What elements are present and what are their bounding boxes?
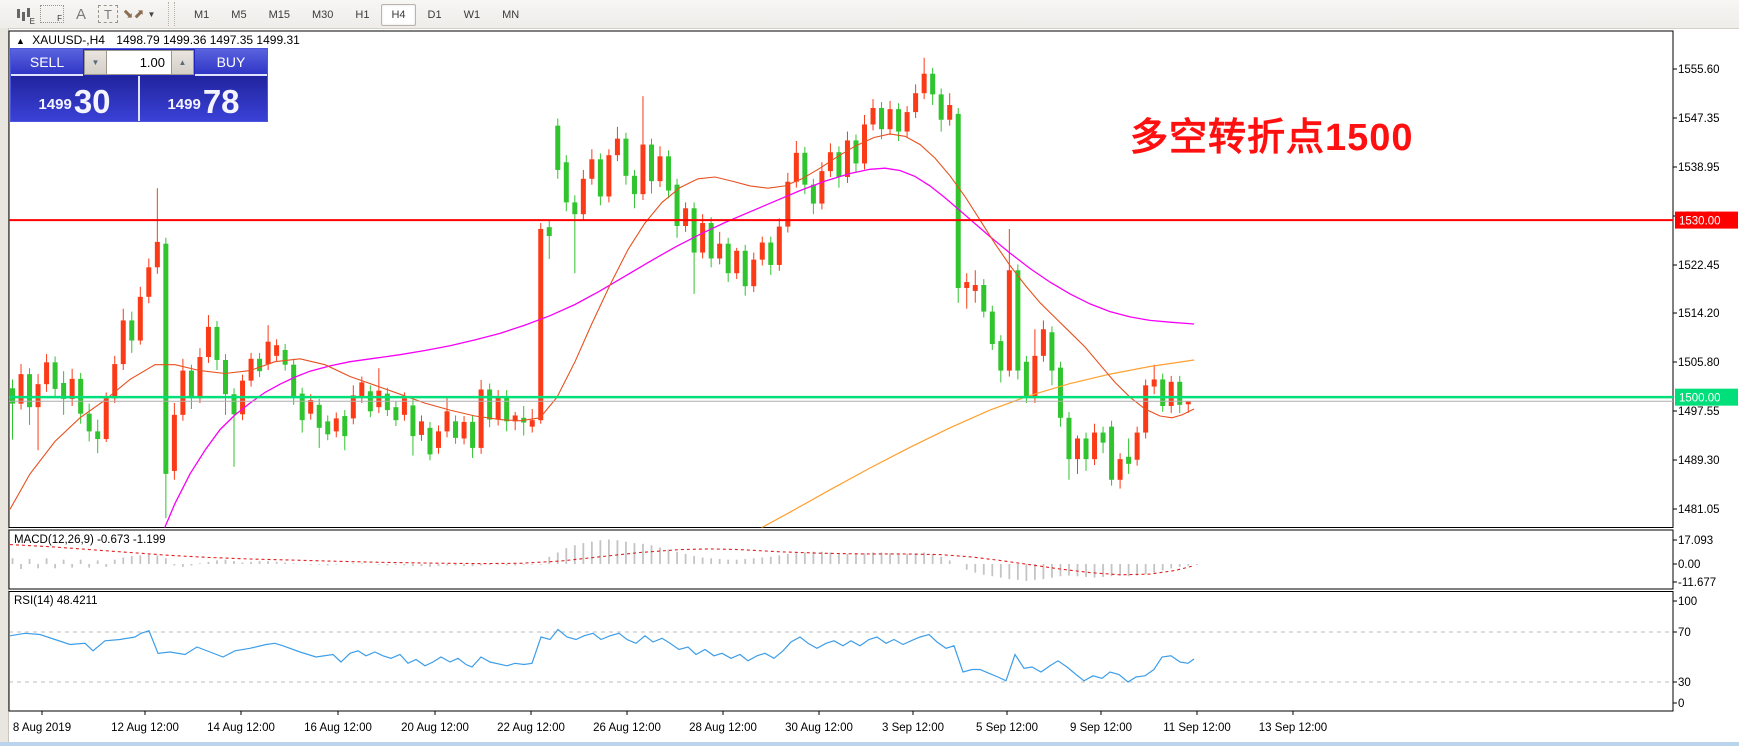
rsi-label: RSI(14) 48.4211 bbox=[14, 595, 98, 607]
rsi-axis: 100 70 30 0 bbox=[1673, 596, 1697, 710]
svg-text:0.00: 0.00 bbox=[1678, 559, 1700, 571]
volume-increase-button[interactable]: ▲ bbox=[171, 50, 194, 75]
sell-price[interactable]: 1499 30 bbox=[11, 76, 138, 121]
svg-text:1514.20: 1514.20 bbox=[1678, 308, 1720, 320]
chart-title[interactable]: ▲ XAUUSD-,H4 1498.79 1499.36 1497.35 149… bbox=[16, 33, 300, 47]
svg-text:0: 0 bbox=[1678, 698, 1684, 710]
one-click-trading-panel: SELL ▼ 1.00 ▲ BUY 1499 30 1499 78 bbox=[10, 48, 268, 122]
svg-text:16 Aug 12:00: 16 Aug 12:00 bbox=[304, 722, 372, 734]
buy-price-pips: 78 bbox=[203, 85, 240, 118]
svg-text:1497.55: 1497.55 bbox=[1678, 406, 1720, 418]
macd-layer bbox=[10, 540, 1197, 581]
svg-text:1481.05: 1481.05 bbox=[1678, 504, 1720, 516]
svg-text:22 Aug 12:00: 22 Aug 12:00 bbox=[497, 722, 565, 734]
chart-annotation-text[interactable]: 多空转折点1500 bbox=[1130, 106, 1414, 161]
svg-text:30: 30 bbox=[1678, 677, 1691, 689]
rsi-line bbox=[10, 630, 1194, 683]
svg-text:13 Sep 12:00: 13 Sep 12:00 bbox=[1259, 722, 1327, 734]
macd-axis: 17.093 0.00 -11.677 bbox=[1673, 535, 1716, 589]
svg-text:1555.60: 1555.60 bbox=[1678, 64, 1720, 76]
svg-text:-11.677: -11.677 bbox=[1678, 577, 1716, 589]
volume-decrease-button[interactable]: ▼ bbox=[84, 50, 107, 75]
buy-price-main: 1499 bbox=[167, 92, 200, 118]
svg-text:14 Aug 12:00: 14 Aug 12:00 bbox=[207, 722, 275, 734]
ma-slow-line bbox=[752, 360, 1194, 533]
sell-button[interactable]: SELL bbox=[11, 49, 83, 76]
svg-text:1500.00: 1500.00 bbox=[1679, 393, 1721, 405]
svg-text:1538.95: 1538.95 bbox=[1678, 162, 1720, 174]
svg-text:1522.45: 1522.45 bbox=[1678, 260, 1720, 272]
svg-text:26 Aug 12:00: 26 Aug 12:00 bbox=[593, 722, 661, 734]
price-axis: 1555.601547.351538.951530.701522.451514.… bbox=[1673, 64, 1720, 516]
volume-stepper: ▼ 1.00 ▲ bbox=[83, 49, 195, 76]
macd-signal-line bbox=[10, 545, 1194, 575]
svg-text:1547.35: 1547.35 bbox=[1678, 113, 1720, 125]
mt4-window: E F A T ⬊⬈▼ M1M5M15M30H1H4D1W1MN 1555.60… bbox=[0, 0, 1739, 746]
svg-text:5 Sep 12:00: 5 Sep 12:00 bbox=[976, 722, 1038, 734]
svg-text:9 Sep 12:00: 9 Sep 12:00 bbox=[1070, 722, 1132, 734]
macd-label: MACD(12,26,9) -0.673 -1.199 bbox=[14, 534, 166, 546]
svg-text:1530.00: 1530.00 bbox=[1679, 216, 1721, 228]
svg-text:70: 70 bbox=[1678, 627, 1691, 639]
buy-button[interactable]: BUY bbox=[195, 49, 267, 76]
support-price-tag: 1500.00 bbox=[1675, 389, 1738, 406]
sell-price-pips: 30 bbox=[74, 85, 111, 118]
rsi-layer bbox=[9, 630, 1673, 683]
collapse-arrow-icon[interactable]: ▲ bbox=[16, 36, 25, 46]
candles-layer bbox=[10, 58, 1191, 518]
svg-text:11 Sep 12:00: 11 Sep 12:00 bbox=[1163, 722, 1231, 734]
ohlc-values: 1498.79 1499.36 1497.35 1499.31 bbox=[116, 33, 300, 47]
symbol-period-label: XAUUSD-,H4 bbox=[32, 33, 105, 47]
svg-text:30 Aug 12:00: 30 Aug 12:00 bbox=[785, 722, 853, 734]
svg-text:1489.30: 1489.30 bbox=[1678, 455, 1720, 467]
sell-price-main: 1499 bbox=[38, 92, 71, 118]
svg-text:3 Sep 12:00: 3 Sep 12:00 bbox=[882, 722, 944, 734]
horizontal-levels bbox=[9, 220, 1673, 401]
svg-text:20 Aug 12:00: 20 Aug 12:00 bbox=[401, 722, 469, 734]
svg-text:1505.80: 1505.80 bbox=[1678, 357, 1720, 369]
window-bottom-edge bbox=[0, 742, 1739, 746]
svg-text:8 Aug 2019: 8 Aug 2019 bbox=[13, 722, 71, 734]
indicator-labels: MACD(12,26,9) -0.673 -1.199 RSI(14) 48.42… bbox=[14, 534, 166, 607]
svg-text:100: 100 bbox=[1678, 596, 1697, 608]
time-axis: 8 Aug 2019 12 Aug 12:00 14 Aug 12:00 16 Aug… bbox=[13, 711, 1327, 734]
buy-price[interactable]: 1499 78 bbox=[140, 76, 267, 121]
resistance-price-tag: 1530.00 bbox=[1675, 212, 1738, 229]
volume-input[interactable]: 1.00 bbox=[107, 50, 171, 75]
svg-text:12 Aug 12:00: 12 Aug 12:00 bbox=[111, 722, 179, 734]
svg-text:17.093: 17.093 bbox=[1678, 535, 1713, 547]
svg-text:28 Aug 12:00: 28 Aug 12:00 bbox=[689, 722, 757, 734]
